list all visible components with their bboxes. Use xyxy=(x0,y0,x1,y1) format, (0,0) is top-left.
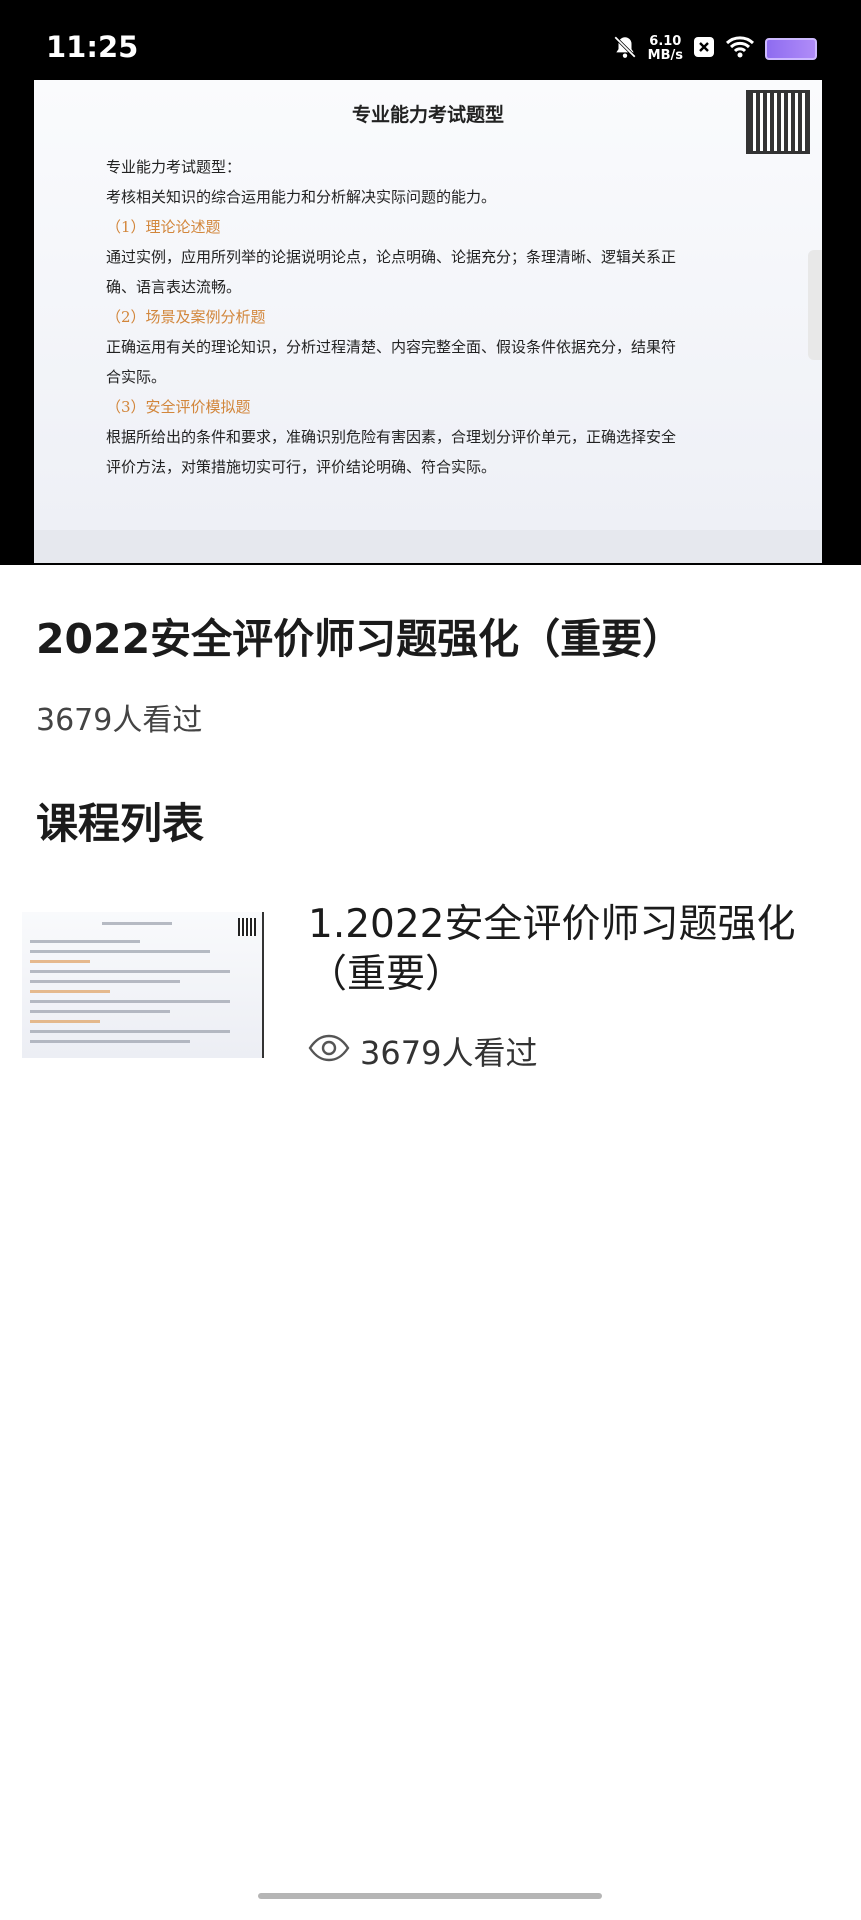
slide-heading: （2）场景及案例分析题 xyxy=(106,308,266,326)
thumbnail-text-line xyxy=(30,950,210,953)
thumbnail-text-line xyxy=(30,940,140,943)
course-view-count: 3679人看过 xyxy=(36,703,203,738)
course-list-heading: 课程列表 xyxy=(36,799,205,848)
slide-body: 专业能力考试题型： 考核相关知识的综合运用能力和分析解决实际问题的能力。 （1）… xyxy=(106,152,766,482)
thumbnail-text-line xyxy=(30,1040,190,1043)
network-speed-unit: MB/s xyxy=(647,48,683,63)
lesson-item[interactable]: 1.2022安全评价师习题强化（重要） 3679人看过 xyxy=(22,900,842,1080)
course-title: 2022安全评价师习题强化（重要） xyxy=(36,615,684,663)
thumbnail-text-line xyxy=(30,1020,100,1023)
status-icons: 6.10 MB/s xyxy=(612,33,817,65)
home-indicator[interactable] xyxy=(258,1893,602,1899)
mute-bell-icon xyxy=(612,34,638,64)
slide-line: 专业能力考试题型： xyxy=(106,158,242,176)
thumbnail-text-line xyxy=(30,980,180,983)
status-time: 11:25 xyxy=(46,30,139,64)
close-box-icon xyxy=(693,36,715,62)
lesson-title: 1.2022安全评价师习题强化（重要） xyxy=(308,902,796,997)
network-speed: 6.10 MB/s xyxy=(648,35,683,63)
slide-title: 专业能力考试题型 xyxy=(351,104,504,126)
page: 11:25 6.10 MB/s 专业能力考试题型 专业能力考试题型： 考核相关知… xyxy=(0,0,861,1920)
lesson-thumbnail xyxy=(22,912,264,1058)
thumbnail-text-line xyxy=(30,970,230,973)
qr-code-image xyxy=(746,90,810,154)
network-speed-value: 6.10 xyxy=(649,34,682,49)
video-slide: 专业能力考试题型 专业能力考试题型： 考核相关知识的综合运用能力和分析解决实际问… xyxy=(34,80,822,530)
lesson-view-count-text: 3679人看过 xyxy=(360,1034,538,1072)
status-bar: 11:25 6.10 MB/s xyxy=(0,0,861,78)
lesson-view-count: 3679人看过 xyxy=(308,1028,537,1074)
slide-line: 评价方法，对策措施切实可行，评价结论明确、符合实际。 xyxy=(106,458,497,476)
slide-line: 考核相关知识的综合运用能力和分析解决实际问题的能力。 xyxy=(106,188,497,206)
thumbnail-text-line xyxy=(30,1000,230,1003)
slide-line: 根据所给出的条件和要求，准确识别危险有害因素，合理划分评价单元，正确选择安全 xyxy=(106,428,677,446)
thumbnail-text-line xyxy=(102,922,172,925)
thumbnail-text-line xyxy=(30,960,90,963)
slide-line: 通过实例，应用所列举的论据说明论点，论点明确、论据充分；条理清晰、逻辑关系正 xyxy=(106,248,677,266)
eye-icon xyxy=(308,1032,350,1070)
thumbnail-text-line xyxy=(30,1030,230,1033)
slide-heading: （3）安全评价模拟题 xyxy=(106,398,251,416)
battery-icon xyxy=(765,38,817,60)
slide-footer xyxy=(34,530,822,563)
wifi-icon xyxy=(725,35,755,63)
thumbnail-qr-code xyxy=(238,918,256,936)
slide-line: 正确运用有关的理论知识，分析过程清楚、内容完整全面、假设条件依据充分，结果符 xyxy=(106,338,677,356)
slide-line: 合实际。 xyxy=(106,368,167,386)
thumbnail-text-line xyxy=(30,1010,170,1013)
slide-heading: （1）理论论述题 xyxy=(106,218,221,236)
slide-line: 确、语言表达流畅。 xyxy=(106,278,242,296)
video-player[interactable]: 专业能力考试题型 专业能力考试题型： 考核相关知识的综合运用能力和分析解决实际问… xyxy=(0,78,861,565)
side-panel-handle[interactable] xyxy=(808,250,822,360)
thumbnail-text-line xyxy=(30,990,110,993)
